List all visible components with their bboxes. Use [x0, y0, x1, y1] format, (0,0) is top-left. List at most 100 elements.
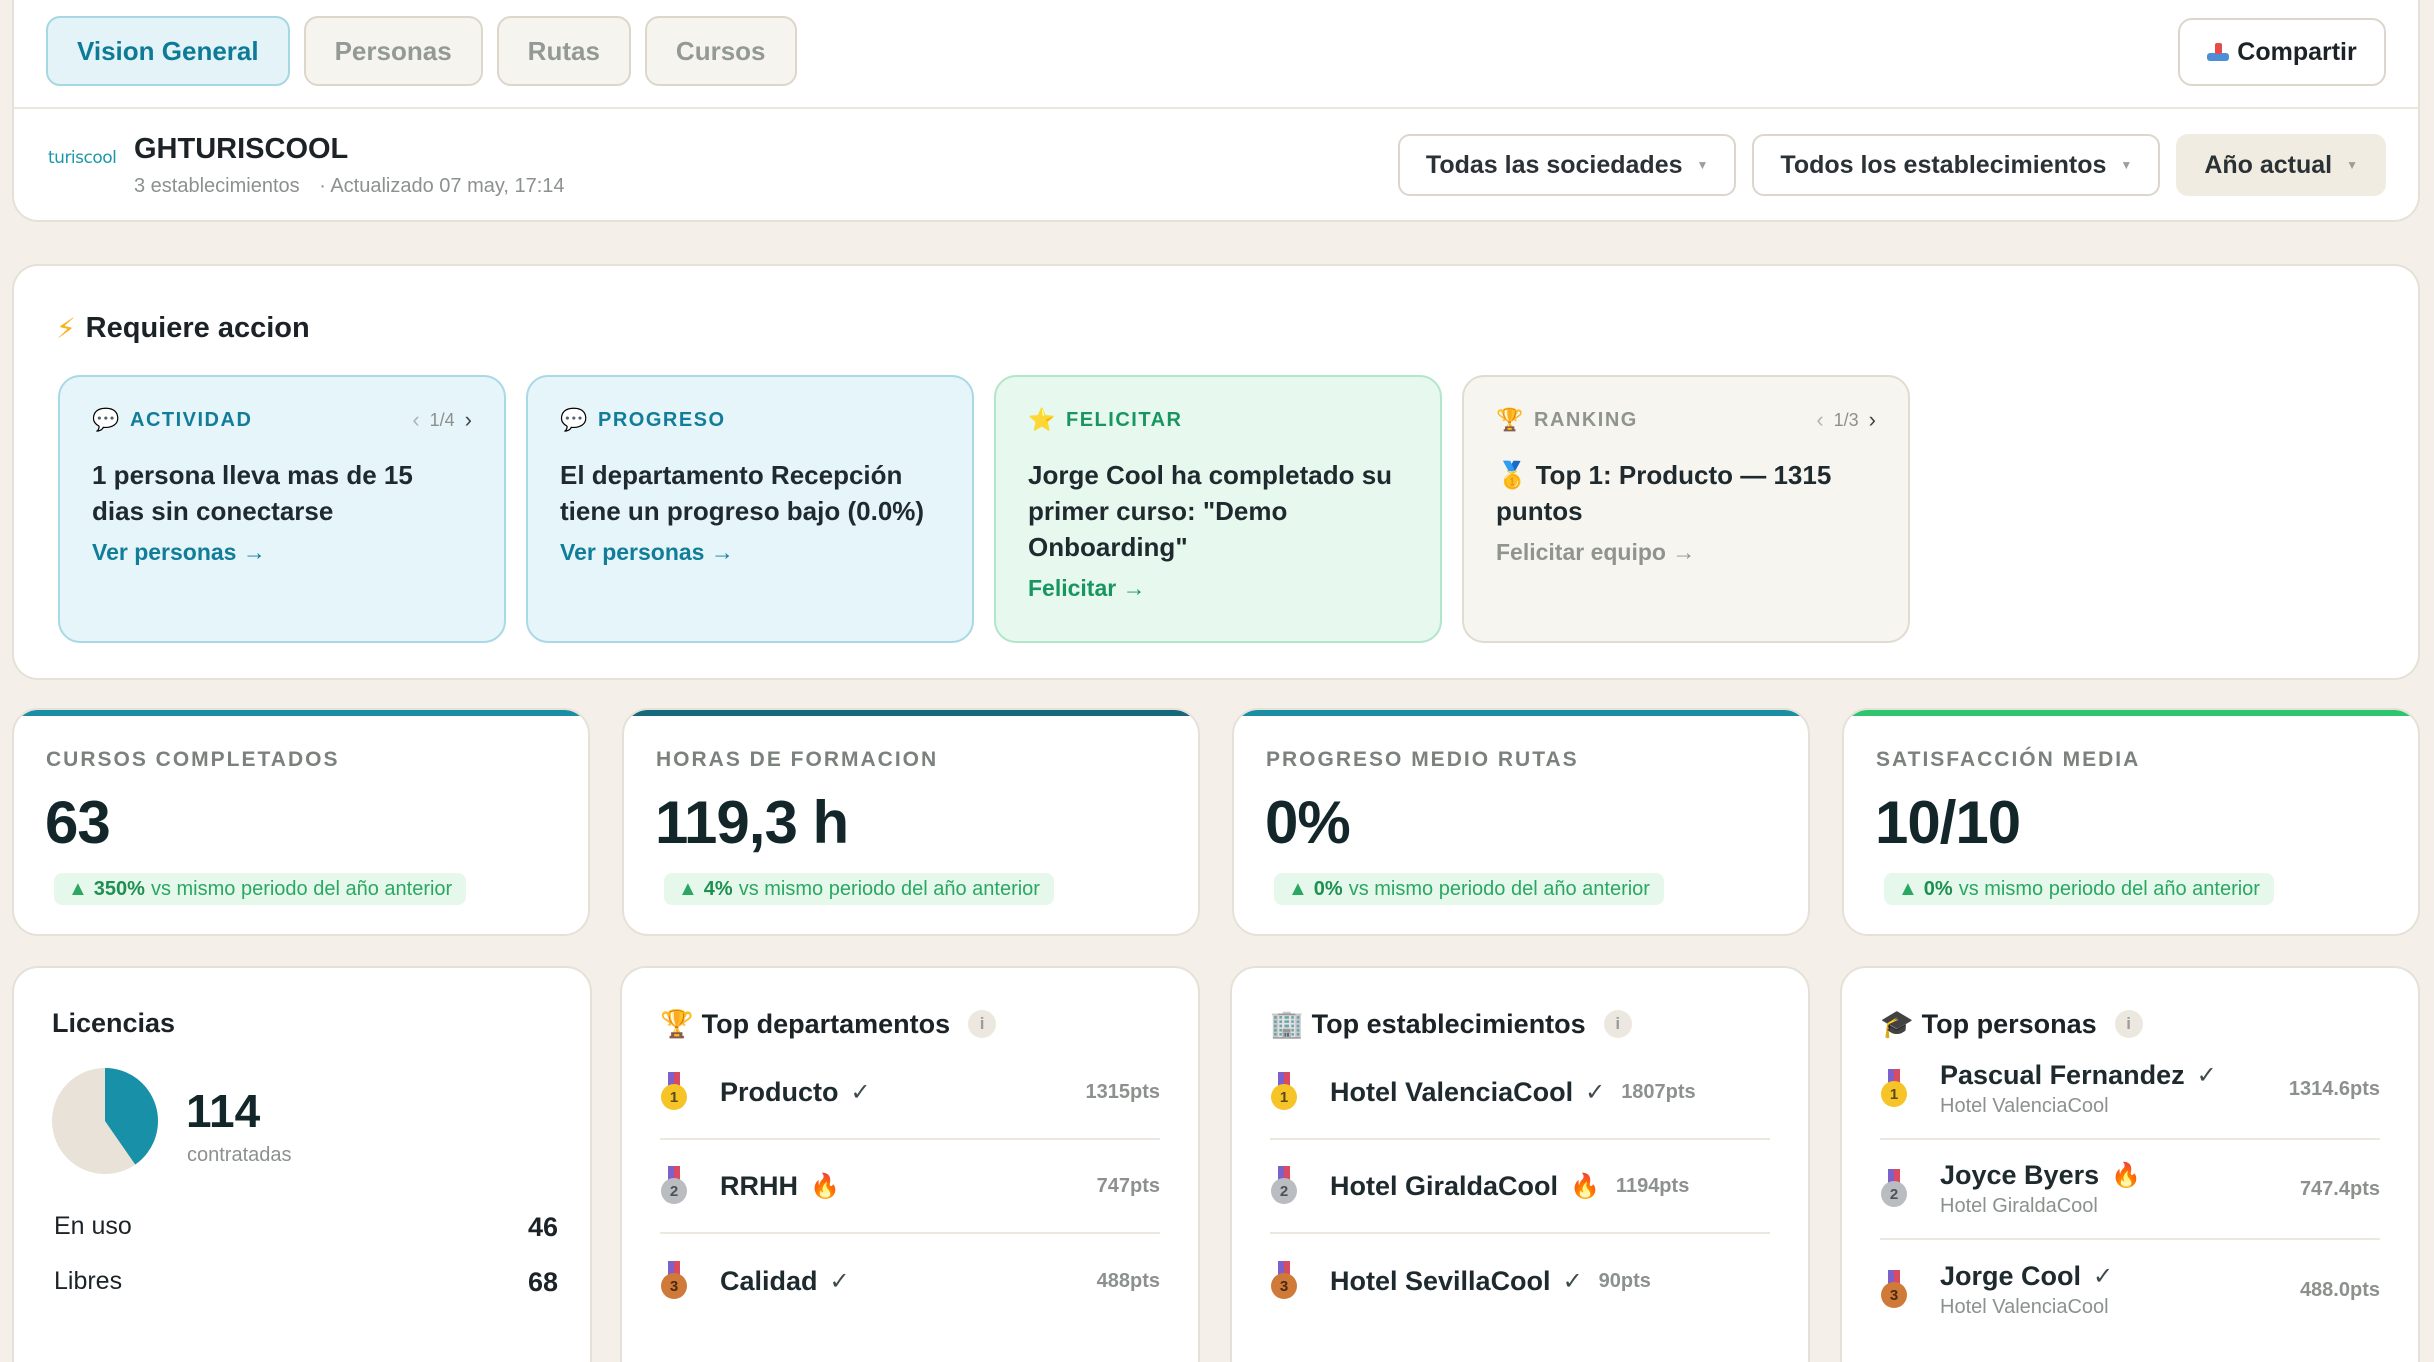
licenses-free-value: 68 [527, 1267, 558, 1297]
org-establishments-count: 3 establecimientos [134, 175, 300, 197]
building-icon: 🏢 [1270, 1009, 1304, 1039]
kpi-value: 10/10 [1875, 789, 2021, 856]
establishment-points: 90pts [1598, 1269, 1651, 1292]
department-points: 747pts [1096, 1174, 1160, 1197]
list-item[interactable]: 1 Pascual Fernandez ✓ Hotel ValenciaCool… [1880, 1040, 2380, 1140]
kpi-label: HORAS DE FORMACION [656, 748, 939, 771]
tab-vision-general[interactable]: Vision General [46, 16, 290, 86]
list-item[interactable]: 3 Jorge Cool ✓ Hotel ValenciaCool 488.0p… [1880, 1240, 2380, 1340]
kpi-delta-value: 4% [703, 877, 733, 900]
chevron-left-icon[interactable]: ‹ [1816, 407, 1823, 433]
kpi-value: 63 [45, 789, 111, 856]
person-hotel: Hotel ValenciaCool [1940, 1296, 2109, 1318]
kpi-delta-badge: ▲ 0% vs mismo periodo del año anterior [1884, 873, 2274, 905]
filters: Todas las sociedades ▼ Todos los estable… [1397, 134, 2386, 196]
action-card-link[interactable]: Felicitar → [1028, 575, 1146, 602]
top-people-title: 🎓 Top personas i [1880, 1008, 2143, 1040]
list-item[interactable]: 3 Hotel SevillaCool ✓ 90pts [1270, 1234, 1770, 1328]
kpi-accent-bar [624, 710, 1198, 716]
action-card-link[interactable]: Ver personas → [92, 539, 266, 566]
fire-icon: 🔥 [2111, 1162, 2142, 1189]
list-item[interactable]: 2 Hotel GiraldaCool 🔥 1194pts [1270, 1140, 1770, 1234]
silver-medal-icon: 2 [1270, 1166, 1298, 1206]
action-card-ranking: 🏆 RANKING ‹ 1/3 › 🥇 Top 1: Producto — 13… [1462, 375, 1910, 643]
establishments-filter[interactable]: Todos los establecimientos ▼ [1752, 134, 2161, 196]
header-card: Vision General Personas Rutas Cursos Com… [12, 0, 2420, 222]
org-name: GHTURISCOOL [134, 133, 349, 165]
person-name: Jorge Cool [1940, 1261, 2082, 1291]
check-icon: ✓ [1585, 1078, 1606, 1106]
trophy-icon: 🏆 [660, 1009, 694, 1039]
chevron-down-icon: ▼ [2120, 158, 2133, 172]
year-filter-label: Año actual [2204, 150, 2333, 179]
top-establishments-title-text: Top establecimientos [1311, 1008, 1586, 1039]
gold-medal-icon: 1 [660, 1072, 688, 1112]
list-item[interactable]: 3 Calidad ✓ 488pts [660, 1234, 1160, 1328]
kpi-label: PROGRESO MEDIO RUTAS [1266, 748, 1579, 771]
graduation-cap-icon: 🎓 [1880, 1009, 1914, 1039]
establishment-name: Hotel GiraldaCool [1330, 1170, 1559, 1201]
licenses-free-row: Libres 68 [54, 1267, 558, 1298]
info-icon[interactable]: i [1603, 1010, 1632, 1038]
action-card-link[interactable]: Felicitar equipo → [1496, 539, 1695, 566]
list-item[interactable]: 2 Joyce Byers 🔥 Hotel GiraldaCool 747.4p… [1880, 1140, 2380, 1240]
require-action-title-text: Requiere accion [85, 312, 310, 344]
kpi-accent-bar [1844, 710, 2418, 716]
action-card-tag: ACTIVIDAD [130, 408, 253, 431]
action-card-text: Jorge Cool ha completado su primer curso… [1028, 460, 1393, 562]
chevron-right-icon[interactable]: › [1869, 407, 1876, 433]
share-button-label: Compartir [2237, 37, 2357, 66]
list-item[interactable]: 2 RRHH 🔥 747pts [660, 1140, 1160, 1234]
share-button[interactable]: Compartir [2178, 18, 2386, 86]
silver-medal-icon: 2 [1880, 1169, 1908, 1209]
kpi-progreso-medio-rutas: PROGRESO MEDIO RUTAS 0% ▲ 0% vs mismo pe… [1232, 708, 1810, 936]
kpi-accent-bar [1234, 710, 1808, 716]
action-card-pager: ‹ 1/3 › [1816, 407, 1876, 433]
action-card-link[interactable]: Ver personas → [560, 539, 734, 566]
check-icon: ✓ [829, 1267, 850, 1295]
societies-filter[interactable]: Todas las sociedades ▼ [1397, 134, 1737, 196]
tab-personas[interactable]: Personas [303, 16, 483, 86]
department-points: 488pts [1096, 1269, 1160, 1292]
action-card-text-value: Top 1: Producto — 1315 puntos [1496, 460, 1832, 526]
kpi-delta-value: 0% [1923, 877, 1953, 900]
licenses-in-use-value: 46 [527, 1212, 558, 1242]
check-icon: ✓ [1562, 1267, 1583, 1295]
kpi-delta-text: vs mismo periodo del año anterior [1958, 877, 2260, 900]
arrow-up-icon: ▲ [1898, 877, 1918, 900]
action-card-text: 🥇 Top 1: Producto — 1315 puntos [1496, 457, 1876, 529]
kpi-satisfaccion-media: SATISFACCIÓN MEDIA 10/10 ▲ 0% vs mismo p… [1842, 708, 2420, 936]
action-card-text: 1 persona lleva mas de 15 dias sin conec… [92, 460, 413, 526]
action-card-tag: FELICITAR [1066, 408, 1183, 431]
org-logo: turiscool [48, 148, 117, 168]
person-hotel: Hotel ValenciaCool [1940, 1095, 2109, 1117]
star-icon: ⭐ [1028, 407, 1056, 432]
chevron-right-icon[interactable]: › [465, 407, 472, 433]
list-item[interactable]: 1 Producto ✓ 1315pts [660, 1046, 1160, 1140]
person-name: Joyce Byers [1940, 1160, 2100, 1190]
arrow-up-icon: ▲ [678, 877, 698, 900]
licenses-panel: Licencias 114 contratadas En uso 46 Libr… [12, 966, 592, 1362]
licenses-total: 114 [186, 1085, 261, 1137]
speech-bubble-icon: 💬 [92, 407, 120, 432]
list-item[interactable]: 1 Hotel ValenciaCool ✓ 1807pts [1270, 1046, 1770, 1140]
top-departments-panel: 🏆 Top departamentos i 1 Producto ✓ 1315p… [620, 966, 1200, 1362]
pager-count: 1/3 [1833, 409, 1859, 430]
info-icon[interactable]: i [968, 1010, 997, 1038]
info-icon[interactable]: i [2114, 1010, 2143, 1038]
year-filter[interactable]: Año actual ▼ [2176, 134, 2386, 196]
kpi-label: SATISFACCIÓN MEDIA [1876, 748, 2141, 771]
check-icon: ✓ [2093, 1263, 2114, 1290]
chevron-left-icon[interactable]: ‹ [412, 407, 419, 433]
kpi-delta-value: 350% [93, 877, 145, 900]
action-card-tag: RANKING [1534, 408, 1638, 431]
gold-medal-icon: 1 [1880, 1069, 1908, 1109]
pager-count: 1/4 [429, 409, 455, 430]
kpi-delta-badge: ▲ 350% vs mismo periodo del año anterior [54, 873, 467, 905]
kpi-label: CURSOS COMPLETADOS [46, 748, 340, 771]
action-card-pager: ‹ 1/4 › [412, 407, 472, 433]
tab-cursos[interactable]: Cursos [644, 16, 797, 86]
person-hotel: Hotel GiraldaCool [1940, 1195, 2098, 1217]
tab-rutas[interactable]: Rutas [496, 16, 631, 86]
bronze-medal-icon: 3 [1270, 1261, 1298, 1301]
